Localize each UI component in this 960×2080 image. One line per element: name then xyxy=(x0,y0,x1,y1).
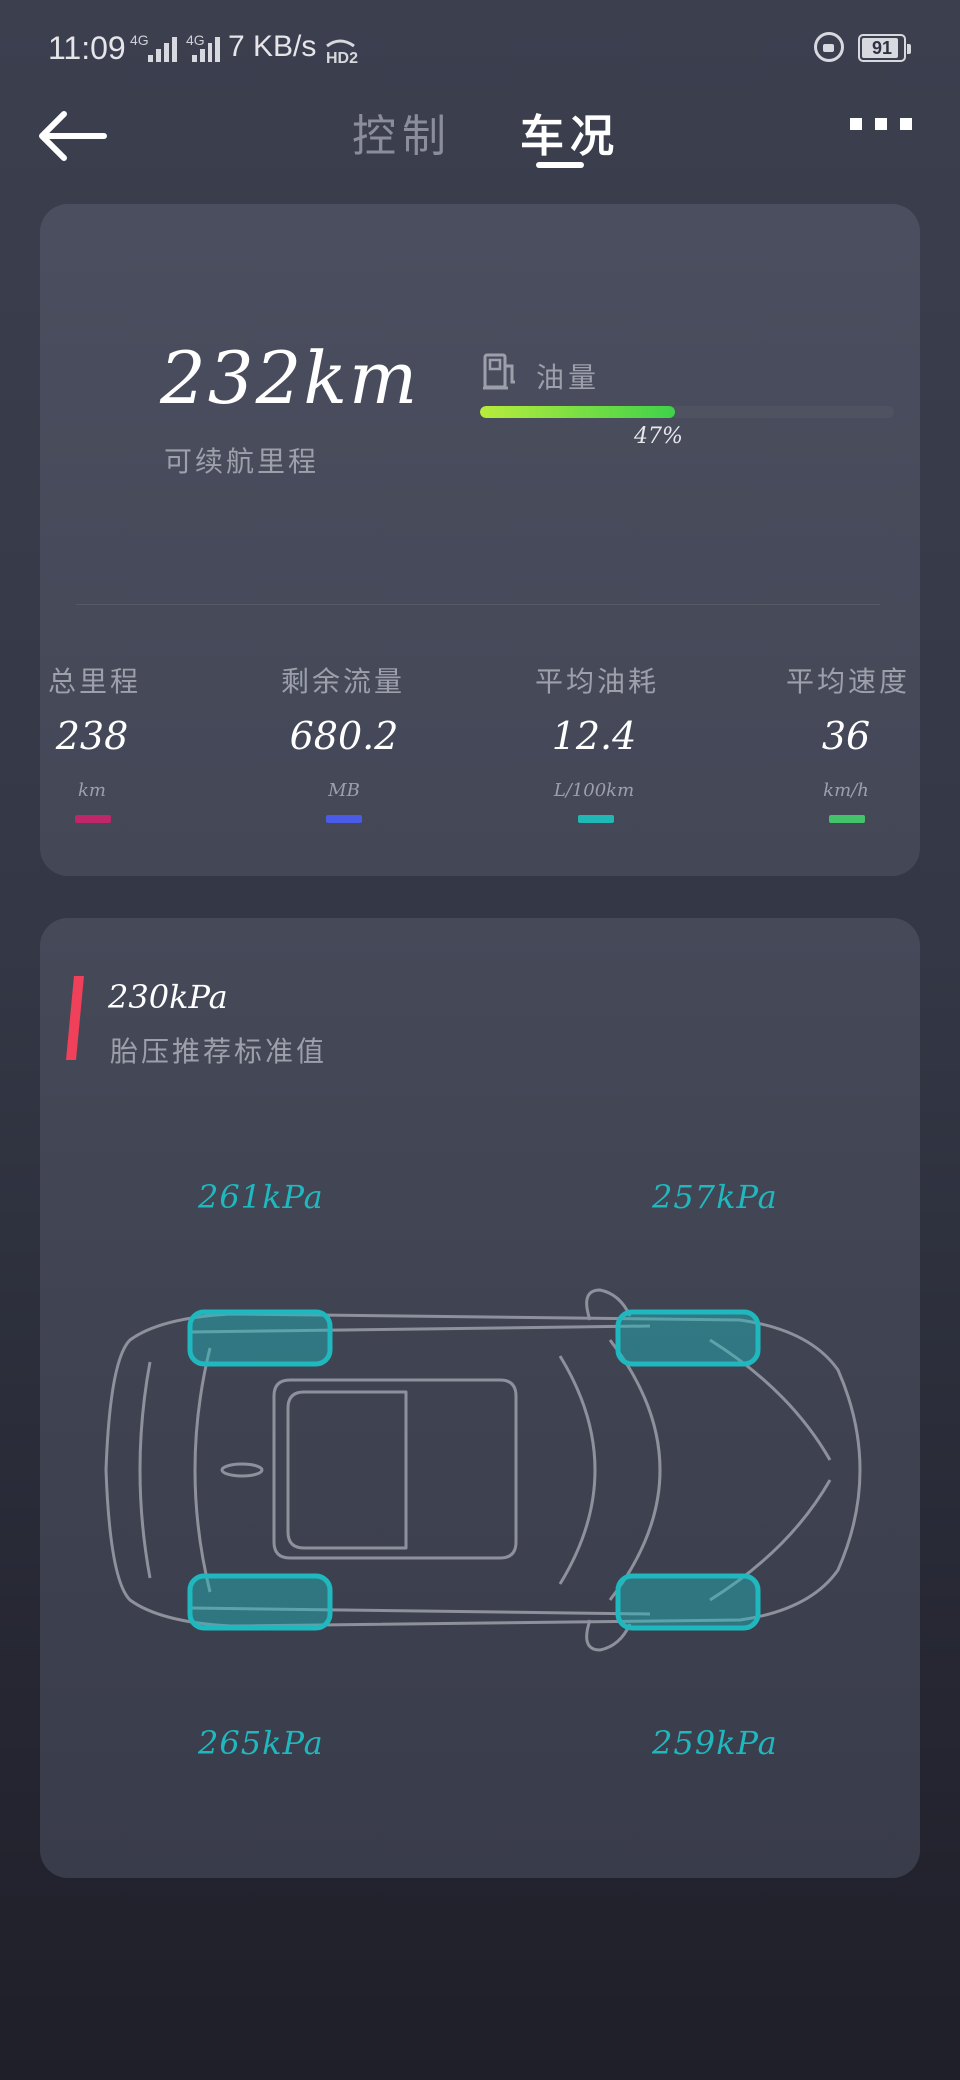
more-dot xyxy=(850,118,862,130)
tab-control[interactable]: 控制 xyxy=(352,100,452,164)
more-options-button[interactable] xyxy=(850,118,912,130)
stat-color-bar xyxy=(829,815,865,823)
active-tab-indicator xyxy=(536,162,584,168)
fuel-level-fill xyxy=(480,406,675,418)
tire-front-left xyxy=(187,1309,333,1367)
fuel-percent: 47% xyxy=(634,424,683,449)
battery-icon: 91 xyxy=(858,34,911,62)
fuel-label: 油量 xyxy=(536,361,601,394)
tire-pressure-rear-left: 265kPa xyxy=(198,1724,324,1762)
recommended-pressure-label: 胎压推荐标准值 xyxy=(110,1035,328,1068)
stat-label-avg-speed: 平均速度 xyxy=(786,665,911,698)
network-speed: 7 KB/s xyxy=(228,30,317,63)
stat-color-bar xyxy=(75,815,111,823)
more-dot xyxy=(875,118,887,130)
status-bar: 11:09 4G 4G 7 KB/s HD2 91 xyxy=(0,0,960,100)
tire-rear-left xyxy=(187,1573,333,1631)
arrow-left-icon xyxy=(39,111,107,161)
fuel-pump-icon xyxy=(482,352,518,390)
fuel-level-bar xyxy=(480,406,894,418)
tire-pressure-front-left: 261kPa xyxy=(198,1178,324,1216)
stat-value-total-mileage: 238 xyxy=(55,714,129,758)
recommended-pressure-value: 230kPa xyxy=(108,978,228,1016)
stat-label-total-mileage: 总里程 xyxy=(48,665,142,698)
stat-value-avg-speed: 36 xyxy=(821,714,871,758)
vehicle-summary-card xyxy=(40,204,920,876)
tire-pressure-rear-right: 259kPa xyxy=(652,1724,778,1762)
tire-rear-right xyxy=(615,1573,761,1631)
stat-value-remaining-data: 680.2 xyxy=(289,714,399,758)
range-value: 232km xyxy=(160,336,420,420)
stat-unit-total-mileage: km xyxy=(78,780,106,801)
stat-label-avg-fuel: 平均油耗 xyxy=(535,665,660,698)
car-top-view-illustration xyxy=(90,1270,870,1670)
tab-vehicle-status[interactable]: 车况 xyxy=(520,100,620,164)
tire-front-right xyxy=(615,1309,761,1367)
signal-icon-2 xyxy=(186,36,220,62)
back-button[interactable] xyxy=(36,108,108,164)
stat-value-avg-fuel: 12.4 xyxy=(551,714,637,758)
stat-unit-avg-speed: km/h xyxy=(823,780,869,801)
rotation-lock-icon xyxy=(814,32,844,62)
divider xyxy=(76,604,880,605)
svg-text:HD2: HD2 xyxy=(326,50,358,64)
stat-unit-avg-fuel: L/100km xyxy=(553,780,635,801)
stat-label-remaining-data: 剩余流量 xyxy=(281,665,406,698)
signal-icon-1 xyxy=(148,36,182,62)
battery-level: 91 xyxy=(871,38,893,58)
stat-color-bar xyxy=(326,815,362,823)
accent-stripe xyxy=(66,976,84,1060)
range-label: 可续航里程 xyxy=(164,445,320,478)
stat-color-bar xyxy=(578,815,614,823)
status-time: 11:09 xyxy=(48,30,126,66)
stat-unit-remaining-data: MB xyxy=(328,780,360,801)
tire-pressure-front-right: 257kPa xyxy=(652,1178,778,1216)
more-dot xyxy=(900,118,912,130)
hd-call-icon: HD2 xyxy=(324,36,370,67)
battery-cap xyxy=(907,44,911,54)
network-type-1: 4G xyxy=(130,32,149,48)
